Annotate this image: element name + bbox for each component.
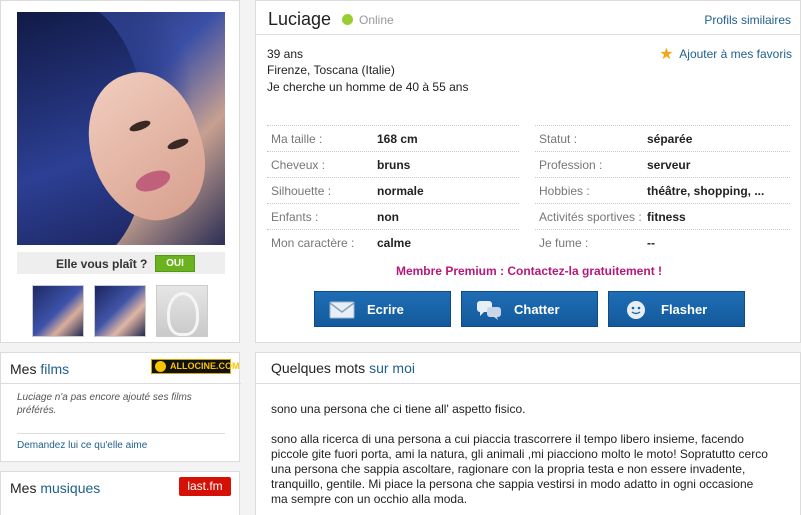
add-favorites-label: Ajouter à mes favoris xyxy=(679,47,792,61)
music-title: Mes musiques xyxy=(10,480,100,496)
about-paragraph: sono alla ricerca di una persona a cui p… xyxy=(271,432,768,506)
divider xyxy=(256,383,801,384)
photo-thumbnail[interactable] xyxy=(94,285,146,337)
films-title: Mes films xyxy=(10,361,69,377)
ask-preferences-link[interactable]: Demandez lui ce qu'elle aime xyxy=(17,440,147,451)
attribute-label: Enfants : xyxy=(271,210,319,224)
lastfm-logo[interactable]: last.fm xyxy=(179,477,231,496)
about-title-prefix: Quelques mots xyxy=(271,360,370,376)
similar-profiles-link[interactable]: Profils similaires xyxy=(704,13,791,27)
attribute-label: Je fume : xyxy=(539,236,589,250)
attribute-row: Enfants : non xyxy=(267,203,519,229)
attribute-label: Silhouette : xyxy=(271,184,332,198)
write-button[interactable]: Ecrire xyxy=(314,291,451,327)
attribute-value: non xyxy=(377,210,399,224)
divider xyxy=(256,34,801,35)
attribute-row: Mon caractère : calme xyxy=(267,229,519,255)
photo-thumbnail[interactable] xyxy=(32,285,84,337)
attribute-label: Cheveux : xyxy=(271,158,326,172)
attribute-value: normale xyxy=(377,184,424,198)
yes-like-button[interactable]: OUI xyxy=(155,255,195,272)
flash-button-label: Flasher xyxy=(661,302,708,317)
allocine-disc-icon xyxy=(155,361,166,372)
star-icon: ★ xyxy=(659,46,674,63)
envelope-icon xyxy=(329,301,355,319)
music-title-prefix: Mes xyxy=(10,480,41,496)
chat-button-label: Chatter xyxy=(514,302,560,317)
music-panel: Mes musiques last.fm xyxy=(0,471,240,515)
photo-panel: Elle vous plaît ? OUI xyxy=(0,0,240,343)
attribute-value: théâtre, shopping, ... xyxy=(647,184,765,198)
attribute-row: Activités sportives : fitness xyxy=(535,203,790,229)
online-status: Online xyxy=(359,13,394,27)
attribute-label: Statut : xyxy=(539,132,578,146)
attribute-value: bruns xyxy=(377,158,411,172)
attribute-value: -- xyxy=(647,236,655,250)
profile-panel: Luciage Online Profils similaires 39 ans… xyxy=(255,0,801,343)
chat-button[interactable]: Chatter xyxy=(461,291,598,327)
add-favorites-link[interactable]: ★ Ajouter à mes favoris xyxy=(659,46,792,63)
attribute-row: Je fume : -- xyxy=(535,229,790,255)
allocine-logo[interactable]: ALLOCINE.COM xyxy=(151,359,240,374)
write-button-label: Ecrire xyxy=(367,302,404,317)
films-title-prefix: Mes xyxy=(10,361,41,377)
username: Luciage xyxy=(268,9,332,29)
about-panel: Quelques mots sur moi sono una persona c… xyxy=(255,352,801,515)
premium-contact-link[interactable]: Membre Premium : Contactez-la gratuiteme… xyxy=(256,264,801,278)
attribute-row: Cheveux : bruns xyxy=(267,151,519,177)
smiley-icon xyxy=(627,301,645,319)
location: Firenze, Toscana (Italie) xyxy=(267,63,395,77)
attribute-row: Statut : séparée xyxy=(535,125,790,151)
attribute-row: Ma taille : 168 cm xyxy=(267,125,519,151)
attribute-label: Mon caractère : xyxy=(271,236,355,250)
flash-button[interactable]: Flasher xyxy=(608,291,745,327)
films-panel: Mes films ALLOCINE.COM Luciage n'a pas e… xyxy=(0,352,241,462)
films-empty-message: Luciage n'a pas encore ajouté ses films … xyxy=(17,392,192,416)
divider xyxy=(17,433,225,434)
looking-for: Je cherche un homme de 40 à 55 ans xyxy=(267,80,469,94)
films-title-accent: films xyxy=(40,361,70,377)
divider xyxy=(1,383,241,384)
about-title-accent: sur moi xyxy=(369,360,415,376)
about-paragraph: sono una persona che ci tiene all' aspet… xyxy=(271,402,526,416)
attribute-row: Silhouette : normale xyxy=(267,177,519,203)
attribute-label: Profession : xyxy=(539,158,603,172)
attribute-label: Ma taille : xyxy=(271,132,323,146)
attribute-label: Activités sportives : xyxy=(539,210,642,224)
about-title: Quelques mots sur moi xyxy=(271,360,415,376)
photo-thumbnail-placeholder[interactable] xyxy=(156,285,208,337)
chat-bubbles-icon xyxy=(477,301,501,320)
attribute-value: calme xyxy=(377,236,412,250)
like-question: Elle vous plaît ? xyxy=(56,257,148,271)
like-bar: Elle vous plaît ? OUI xyxy=(17,252,225,274)
age: 39 ans xyxy=(267,47,304,61)
attribute-row: Profession : serveur xyxy=(535,151,790,177)
attribute-value: séparée xyxy=(647,132,693,146)
attribute-value: 168 cm xyxy=(377,132,418,146)
attribute-value: fitness xyxy=(647,210,686,224)
music-title-accent: musiques xyxy=(40,480,101,496)
allocine-logo-text: ALLOCINE.COM xyxy=(170,361,240,371)
attribute-label: Hobbies : xyxy=(539,184,590,198)
attribute-value: serveur xyxy=(647,158,691,172)
online-status-dot-icon xyxy=(342,14,353,25)
main-profile-photo[interactable] xyxy=(17,12,225,245)
attribute-row: Hobbies : théâtre, shopping, ... xyxy=(535,177,790,203)
